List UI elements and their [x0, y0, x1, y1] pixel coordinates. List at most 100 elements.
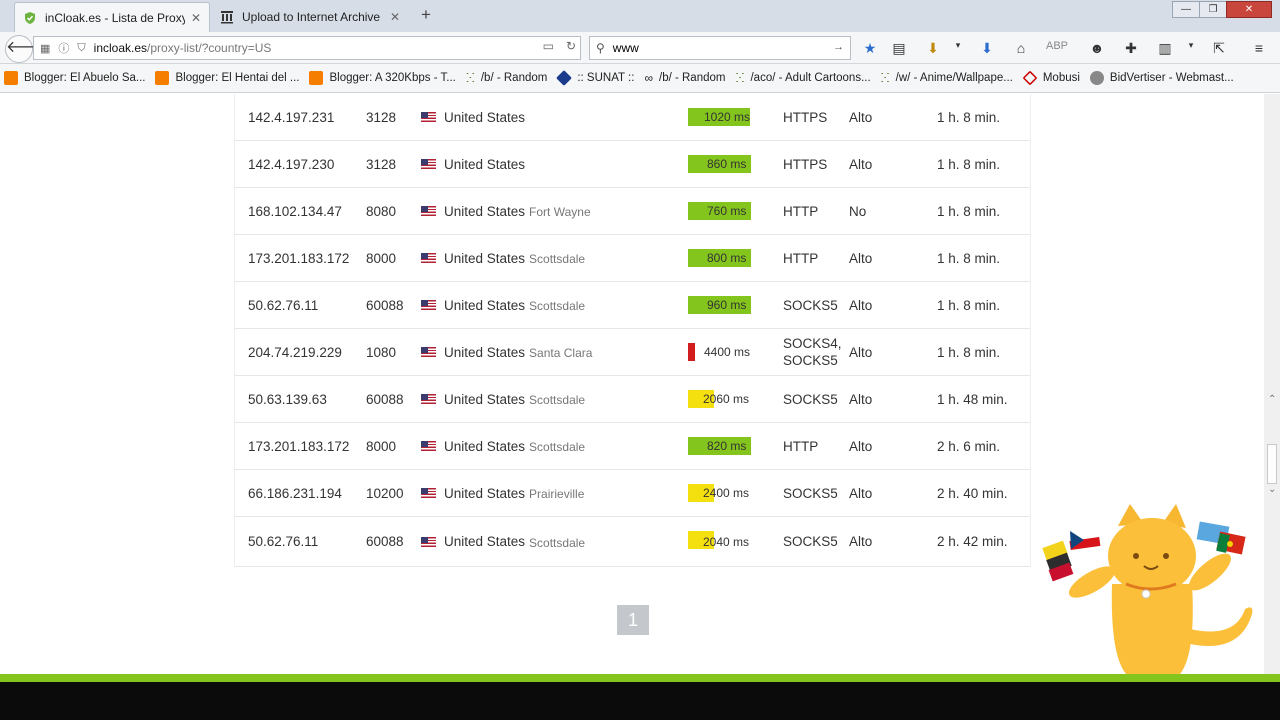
bookmark-item[interactable]: ⵘ/b/ - Random	[466, 71, 547, 85]
proxy-speed: 820 ms	[688, 423, 751, 469]
proxy-type: HTTP	[783, 438, 819, 454]
window-controls: — ❐ ✕	[1172, 1, 1272, 18]
proxy-speed: 2040 ms	[688, 517, 749, 566]
proxy-country: United States	[421, 94, 529, 140]
table-row: 142.4.197.231 3128 United States 1020 ms HTT…	[235, 94, 1030, 141]
bookmark-item[interactable]: Blogger: A 320Kbps - T...	[309, 71, 456, 85]
footer-accent-bar	[0, 674, 1280, 682]
history-icon[interactable]: ▦	[40, 42, 50, 55]
bookmark-item[interactable]: Blogger: El Abuelo Sa...	[4, 71, 145, 85]
us-flag-icon	[421, 253, 436, 263]
country-name: United States	[444, 203, 526, 219]
archive-icon	[220, 10, 234, 24]
close-tab-icon[interactable]: ✕	[390, 10, 400, 24]
table-row: 173.201.183.172 8000 United States Scottsda…	[235, 235, 1030, 282]
speed-bar	[688, 343, 695, 361]
chevron-down-icon[interactable]: ▾	[949, 40, 967, 51]
proxy-type: HTTP	[783, 203, 819, 219]
proxy-country: United States Fort Wayne	[421, 188, 591, 234]
adblock-icon[interactable]: ABP	[1046, 40, 1068, 52]
flags-right	[1196, 521, 1246, 555]
downloads-icon[interactable]: ⬇	[978, 40, 996, 57]
tab-incloak[interactable]: inCloak.es - Lista de Proxys... ✕	[14, 2, 210, 32]
info-icon[interactable]: ⓘ	[58, 40, 69, 56]
proxy-speed: 800 ms	[688, 235, 751, 281]
proxy-last-checked: 1 h. 8 min.	[937, 109, 1001, 125]
chevron-down-icon[interactable]: ▾	[1182, 40, 1200, 51]
bookmark-item[interactable]: Blogger: El Hentai del ...	[155, 71, 299, 85]
mascot-cat-illustration	[1042, 504, 1253, 674]
city-name: Fort Wayne	[529, 205, 591, 219]
bookmark-item[interactable]: BidVertiser - Webmast...	[1089, 71, 1234, 85]
pagination-page-button[interactable]: 1	[617, 605, 649, 635]
proxy-port: 10200	[366, 485, 404, 501]
home-icon[interactable]: ⌂	[1012, 40, 1030, 56]
bookmark-item[interactable]: Mobusi	[1022, 70, 1080, 86]
close-window-button[interactable]: ✕	[1226, 1, 1272, 18]
minimize-button[interactable]: —	[1172, 1, 1200, 18]
bookmark-star-icon[interactable]: ★	[861, 40, 879, 57]
scroll-down-icon[interactable]: ⌄	[1268, 484, 1276, 495]
bookmarks-toolbar: Blogger: El Abuelo Sa... Blogger: El Hen…	[0, 64, 1280, 93]
table-row: 173.201.183.172 8000 United States Scottsda…	[235, 423, 1030, 470]
reload-icon[interactable]: ↻	[566, 39, 576, 53]
pocket-icon[interactable]: ⇱	[1210, 40, 1228, 57]
proxy-port: 60088	[366, 391, 404, 407]
proxy-port: 60088	[366, 534, 404, 549]
chat-icon[interactable]: ☻	[1088, 40, 1106, 56]
speed-text: 4400 ms	[704, 345, 751, 359]
proxy-type: SOCKS5	[783, 534, 838, 549]
bookmark-item[interactable]: ∞/b/ - Random	[644, 71, 725, 85]
scroll-up-icon[interactable]: ⌃	[1268, 394, 1276, 405]
country-name: United States	[444, 344, 526, 360]
proxy-type: SOCKS5	[783, 485, 838, 501]
new-tab-button[interactable]: +	[416, 5, 436, 25]
bookmark-item[interactable]: ⵘ/aco/ - Adult Cartoons...	[735, 71, 870, 85]
search-icon: ⚲	[596, 41, 605, 55]
proxy-speed: 2060 ms	[688, 376, 749, 422]
infinity-icon: ∞	[644, 71, 653, 85]
back-button[interactable]: 🡐	[5, 35, 49, 63]
proxy-last-checked: 1 h. 8 min.	[937, 203, 1001, 219]
reader-view-icon[interactable]: ▭	[543, 39, 554, 53]
proxy-country: United States Scottsdale	[421, 235, 585, 281]
proxy-type: HTTPS	[783, 109, 828, 125]
close-tab-icon[interactable]: ✕	[191, 11, 201, 25]
url-text[interactable]: incloak.es/proxy-list/?country=US	[94, 41, 272, 55]
tracking-shield-icon[interactable]: ⛉	[77, 42, 85, 55]
bookmark-item[interactable]: :: SUNAT ::	[556, 70, 634, 86]
bookmarks-menu-icon[interactable]: ▤	[890, 40, 908, 57]
proxy-last-checked: 1 h. 8 min.	[937, 297, 1001, 313]
proxy-ip: 142.4.197.231	[248, 109, 335, 125]
proxy-port: 1080	[366, 344, 397, 360]
tab-strip: inCloak.es - Lista de Proxys... ✕ Upload…	[0, 0, 1280, 32]
table-row: 50.62.76.11 60088 United States Scottsdale 9…	[235, 282, 1030, 329]
bookmark-item[interactable]: ⵘ/w/ - Anime/Wallpape...	[881, 71, 1013, 85]
maximize-button[interactable]: ❐	[1199, 1, 1227, 18]
proxy-last-checked: 2 h. 6 min.	[937, 438, 1001, 454]
menu-icon[interactable]: ≡	[1250, 40, 1268, 56]
random-icon: ⵘ	[735, 71, 745, 85]
us-flag-icon	[421, 488, 436, 498]
search-bar[interactable]: ⚲ www →	[589, 36, 851, 60]
address-bar[interactable]: ▦ ⓘ ⛉ incloak.es/proxy-list/?country=US …	[33, 36, 581, 60]
proxy-country: United States Scottsdale	[421, 282, 585, 328]
proxy-table: 142.4.197.231 3128 United States 1020 ms HTT…	[234, 94, 1031, 567]
proxy-speed: 1020 ms	[688, 94, 750, 140]
proxy-country: United States Scottsdale	[421, 517, 585, 566]
scrollbar-thumb[interactable]	[1267, 444, 1277, 484]
extension-icon[interactable]: ✚	[1122, 40, 1140, 57]
download-helper-icon[interactable]: ⬇	[924, 40, 942, 57]
search-input[interactable]: www	[613, 41, 639, 55]
proxy-last-checked: 1 h. 8 min.	[937, 156, 1001, 172]
proxy-anonymity: Alto	[849, 297, 873, 313]
clipboard-icon[interactable]: ▥	[1156, 40, 1174, 57]
proxy-port: 8000	[366, 438, 397, 454]
speed-text: 2400 ms	[703, 486, 750, 500]
city-name: Scottsdale	[529, 299, 586, 313]
tab-upload-archive[interactable]: Upload to Internet Archive ✕	[212, 2, 408, 32]
search-go-icon[interactable]: →	[833, 41, 844, 53]
proxy-last-checked: 1 h. 8 min.	[937, 344, 1001, 360]
navigation-toolbar: 🡐 ▦ ⓘ ⛉ incloak.es/proxy-list/?country=U…	[0, 32, 1280, 64]
page-scrollbar[interactable]: ⌃ ⌄	[1264, 94, 1280, 674]
